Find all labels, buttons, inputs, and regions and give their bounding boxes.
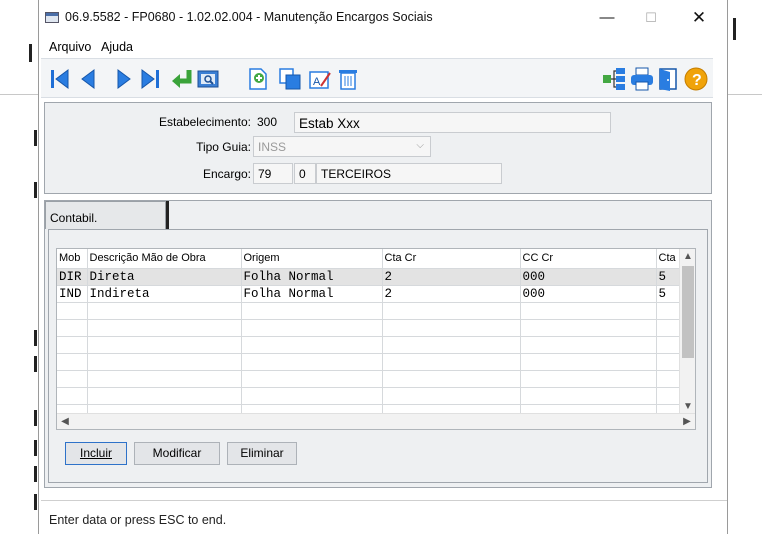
- table-cell: Folha Normal: [241, 285, 383, 303]
- background-text-fragment: [29, 44, 32, 62]
- tipo-guia-value: INSS: [258, 140, 287, 154]
- svg-text:?: ?: [692, 72, 702, 89]
- tree-structure-icon[interactable]: [601, 66, 627, 92]
- scroll-right-icon[interactable]: ▶: [679, 414, 695, 429]
- table-row-empty[interactable]: [57, 370, 680, 388]
- tab-area: Contabil. Mob Descrição Mão de Obra Orig…: [44, 200, 712, 488]
- scroll-left-icon[interactable]: ◀: [57, 414, 73, 429]
- modificar-button[interactable]: Modificar: [134, 442, 220, 465]
- table-row[interactable]: IND Indireta Folha Normal 2 000 5: [57, 285, 680, 303]
- table-cell: 5: [656, 285, 680, 303]
- status-bar: Enter data or press ESC to end.: [41, 500, 727, 534]
- chevron-down-icon[interactable]: ⌵: [416, 140, 424, 151]
- app-window-icon: [45, 12, 59, 23]
- tipo-guia-label: Tipo Guia:: [196, 140, 251, 154]
- table-cell: 000: [520, 268, 657, 286]
- background-text-fragment: [34, 440, 37, 456]
- window-title: 06.9.5582 - FP0680 - 1.02.02.004 - Manut…: [65, 10, 433, 24]
- background-text-fragment: [34, 330, 37, 346]
- table-row-empty[interactable]: [57, 302, 680, 320]
- incluir-label: Incluir: [79, 446, 112, 460]
- table-cell: 000: [520, 285, 657, 303]
- maximize-button[interactable]: ☐: [631, 6, 671, 32]
- next-record-icon[interactable]: [111, 66, 137, 92]
- column-header-cta[interactable]: Cta: [656, 249, 680, 269]
- table-row[interactable]: DIR Direta Folha Normal 2 000 5: [57, 268, 680, 286]
- table-row-empty[interactable]: [57, 319, 680, 337]
- encargo-seq-field[interactable]: 0: [294, 163, 316, 184]
- tipo-guia-select[interactable]: INSS ⌵: [253, 136, 431, 157]
- encargos-grid[interactable]: Mob Descrição Mão de Obra Origem Cta Cr …: [56, 248, 696, 430]
- background-text-fragment: [34, 410, 37, 426]
- delete-trash-icon[interactable]: [335, 66, 361, 92]
- encargo-label: Encargo:: [202, 167, 251, 181]
- column-header-origem[interactable]: Origem: [241, 249, 383, 269]
- table-cell: 2: [382, 268, 521, 286]
- previous-record-icon[interactable]: [75, 66, 101, 92]
- table-row-empty[interactable]: [57, 336, 680, 354]
- table-cell: Indireta: [87, 285, 242, 303]
- minimize-button[interactable]: —: [587, 6, 627, 32]
- column-header-descricao[interactable]: Descrição Mão de Obra: [87, 249, 242, 269]
- estabelecimento-label: Estabelecimento:: [158, 115, 251, 129]
- estabelecimento-name-field: Estab Xxx: [294, 112, 611, 133]
- table-row-empty[interactable]: [57, 353, 680, 371]
- tab-panel-contabil: Mob Descrição Mão de Obra Origem Cta Cr …: [48, 229, 708, 483]
- vertical-scrollbar[interactable]: ▲ ▼: [679, 249, 695, 415]
- menu-bar: Arquivo Ajuda: [39, 38, 727, 58]
- table-cell: Direta: [87, 268, 242, 286]
- background-text-fragment: [34, 182, 37, 198]
- first-record-icon[interactable]: [47, 66, 73, 92]
- table-cell: Folha Normal: [241, 268, 383, 286]
- last-record-icon[interactable]: [137, 66, 163, 92]
- column-header-cc-cr[interactable]: CC Cr: [520, 249, 657, 269]
- scroll-thumb[interactable]: [682, 266, 694, 358]
- search-zoom-icon[interactable]: [195, 66, 221, 92]
- background-text-fragment: [34, 356, 37, 372]
- svg-text:A: A: [313, 76, 321, 88]
- table-cell: 5: [656, 268, 680, 286]
- table-cell: DIR: [57, 268, 88, 286]
- print-icon[interactable]: [629, 66, 655, 92]
- scroll-up-icon[interactable]: ▲: [680, 249, 695, 265]
- estabelecimento-code-field[interactable]: 300: [253, 112, 293, 133]
- copy-icon[interactable]: [277, 66, 303, 92]
- edit-text-icon[interactable]: A: [307, 66, 333, 92]
- add-document-icon[interactable]: [245, 66, 271, 92]
- menu-arquivo[interactable]: Arquivo: [49, 40, 91, 54]
- background-text-fragment: [34, 466, 37, 482]
- incluir-button[interactable]: Incluir: [65, 442, 127, 465]
- column-header-cta-cr[interactable]: Cta Cr: [382, 249, 521, 269]
- eliminar-button[interactable]: Eliminar: [227, 442, 297, 465]
- menu-ajuda[interactable]: Ajuda: [101, 40, 133, 54]
- status-text: Enter data or press ESC to end.: [49, 513, 227, 527]
- table-header-row: Mob Descrição Mão de Obra Origem Cta Cr …: [57, 249, 680, 269]
- encargo-code-field[interactable]: 79: [253, 163, 293, 184]
- app-window: 06.9.5582 - FP0680 - 1.02.02.004 - Manut…: [38, 0, 728, 534]
- column-header-mob[interactable]: Mob: [57, 249, 88, 269]
- tab-contabil[interactable]: Contabil.: [45, 201, 169, 231]
- background-text-fragment: [34, 494, 37, 510]
- title-bar[interactable]: 06.9.5582 - FP0680 - 1.02.02.004 - Manut…: [39, 0, 727, 34]
- horizontal-scrollbar[interactable]: ◀ ▶: [57, 413, 695, 429]
- close-button[interactable]: ✕: [679, 6, 719, 32]
- table-cell: IND: [57, 285, 88, 303]
- header-form-panel: Estabelecimento: 300 Estab Xxx Tipo Guia…: [44, 102, 712, 194]
- toolbar: A ?: [41, 58, 713, 98]
- return-icon[interactable]: [169, 66, 195, 92]
- encargo-name-field: TERCEIROS: [316, 163, 502, 184]
- table-cell: 2: [382, 285, 521, 303]
- help-icon[interactable]: ?: [683, 66, 709, 92]
- background-text-fragment: [34, 130, 37, 146]
- exit-door-icon[interactable]: [655, 66, 681, 92]
- table-row-empty[interactable]: [57, 387, 680, 405]
- background-text-fragment: [733, 18, 736, 40]
